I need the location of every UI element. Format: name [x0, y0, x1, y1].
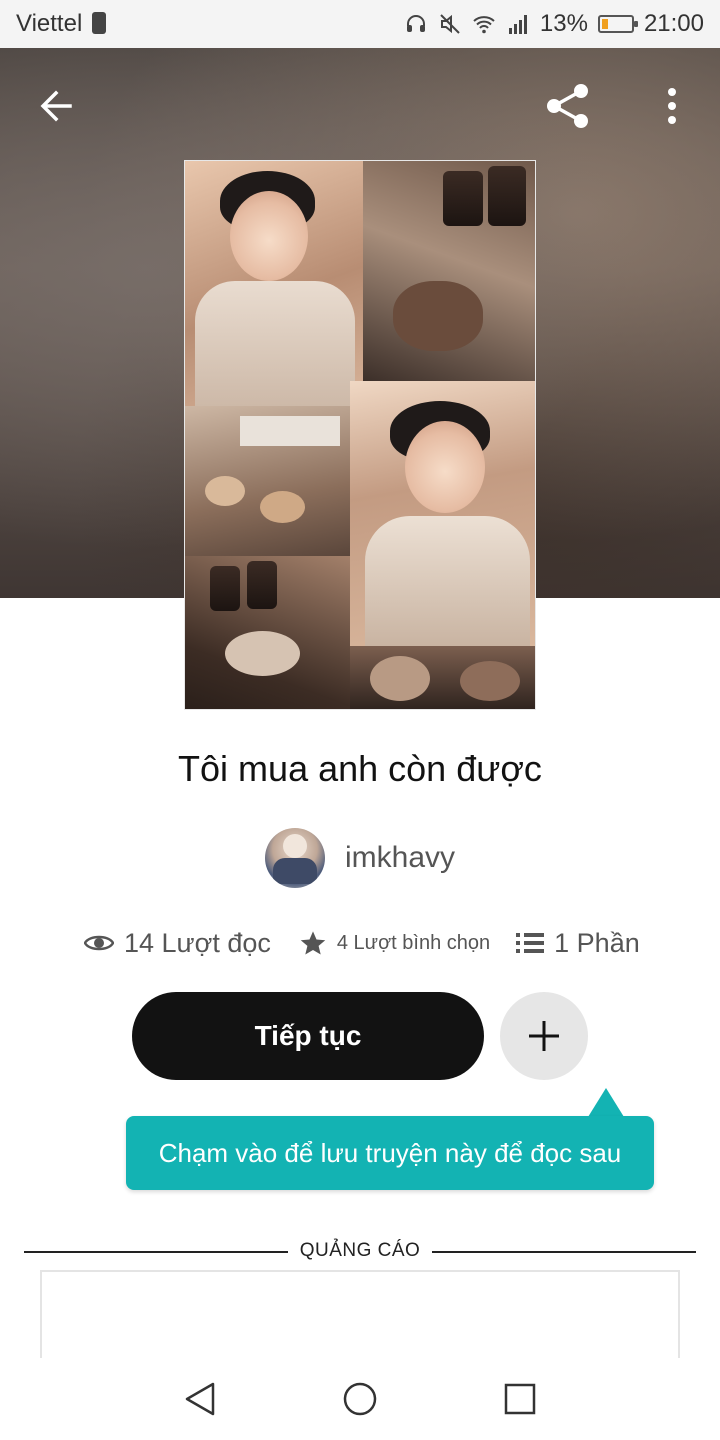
divider-line: [432, 1251, 696, 1253]
reads-stat: 14 Lượt đọc: [84, 928, 271, 959]
plus-icon: [529, 1021, 559, 1051]
signal-icon: [508, 15, 527, 34]
cover-collage-tile: [185, 406, 350, 556]
more-vert-icon: [668, 88, 676, 124]
parts-stat: 1 Phần: [516, 928, 640, 959]
ad-divider: QUẢNG CÁO: [24, 1236, 696, 1268]
cover-collage-tile: [185, 556, 350, 709]
story-stats: 14 Lượt đọc 4 Lượt bình chọn 1 Phần: [84, 920, 644, 966]
share-icon: [547, 84, 588, 128]
carrier-name: Viettel: [16, 10, 83, 37]
ad-label: QUẢNG CÁO: [299, 1240, 421, 1261]
cover-collage-tile: [350, 646, 535, 709]
author-name[interactable]: imkhavy: [345, 841, 455, 875]
nav-recents-button[interactable]: [495, 1374, 545, 1424]
sim-icon: [92, 12, 106, 34]
clock: 21:00: [643, 10, 704, 37]
votes-count: 4 Lượt bình chọn: [336, 931, 491, 954]
nav-home-button[interactable]: [335, 1374, 385, 1424]
reads-count: 14 Lượt đọc: [124, 927, 271, 958]
mute-icon: [440, 14, 460, 34]
star-icon: [300, 931, 326, 955]
back-button[interactable]: [28, 78, 84, 134]
cover-collage-tile: [363, 161, 535, 381]
story-cover-image[interactable]: [184, 160, 536, 710]
divider-line: [24, 1251, 288, 1253]
battery-icon: [597, 15, 638, 33]
nav-home-icon: [343, 1382, 377, 1416]
story-title: Tôi mua anh còn được: [178, 748, 542, 789]
more-options-button[interactable]: [644, 78, 700, 134]
battery-percent: 13%: [539, 10, 588, 37]
nav-back-button[interactable]: [175, 1374, 225, 1424]
ad-container[interactable]: [40, 1270, 680, 1370]
author-avatar[interactable]: [264, 828, 325, 888]
back-arrow-icon: [40, 90, 72, 122]
status-bar: Viettel 13% 21:00: [0, 0, 720, 48]
cover-collage-tile: [185, 161, 363, 406]
nav-recents-icon: [504, 1383, 536, 1415]
add-to-library-button[interactable]: [500, 992, 588, 1080]
share-button[interactable]: [540, 78, 596, 134]
wifi-icon: [473, 16, 495, 34]
nav-back-icon: [185, 1382, 215, 1416]
author-row[interactable]: imkhavy: [0, 826, 720, 890]
continue-reading-button[interactable]: Tiếp tục: [132, 992, 484, 1080]
votes-stat: 4 Lượt bình chọn: [299, 929, 490, 957]
status-icons: 13% 21:00: [404, 10, 704, 38]
system-nav-bar: [0, 1358, 720, 1440]
save-for-later-tooltip[interactable]: Chạm vào để lưu truyện này để đọc sau: [126, 1116, 654, 1190]
cover-collage-tile: [350, 381, 535, 646]
parts-count: 1 Phần: [554, 927, 640, 958]
headset-icon: [406, 15, 425, 32]
tooltip-arrow: [588, 1088, 624, 1117]
list-icon: [516, 933, 545, 953]
eye-icon: [84, 935, 114, 951]
